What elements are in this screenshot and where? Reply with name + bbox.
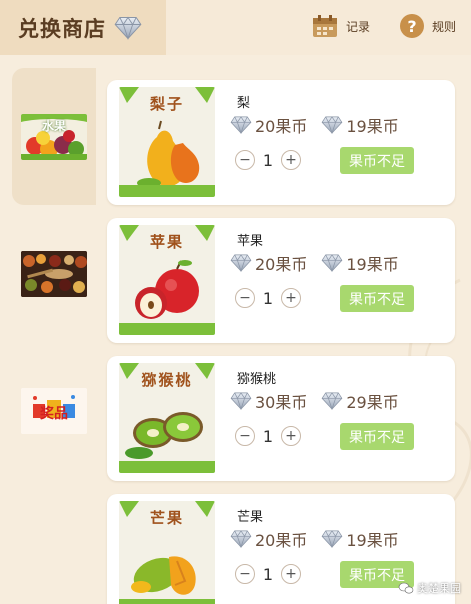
- price-row: 20果币 19果币: [230, 251, 399, 275]
- exchange-button[interactable]: 果币不足: [340, 423, 414, 450]
- header-bar: 兑换商店 记录 ? 规则: [0, 0, 471, 55]
- diamond-icon: [321, 392, 343, 410]
- product-name: 猕猴桃: [237, 372, 277, 387]
- question-icon: ?: [400, 14, 424, 38]
- decrease-button[interactable]: −: [235, 564, 255, 584]
- quantity-value: 1: [262, 150, 274, 170]
- product-card: 梨子 梨 20果币 19果币 − 1 + 果币不足: [107, 80, 455, 205]
- page-title: 兑换商店: [18, 16, 106, 41]
- diamond-icon: [321, 530, 343, 548]
- original-price: 19果币: [321, 251, 399, 275]
- kiwi-product-image: 猕猴桃: [119, 363, 215, 473]
- rules-button[interactable]: ? 规则: [400, 14, 456, 38]
- mango-product-image: 芒果: [119, 501, 215, 604]
- increase-button[interactable]: +: [281, 288, 301, 308]
- price-row: 20果币 19果币: [230, 527, 399, 551]
- price: 20果币: [230, 251, 307, 275]
- increase-button[interactable]: +: [281, 426, 301, 446]
- exchange-button[interactable]: 果币不足: [340, 147, 414, 174]
- quantity-stepper: − 1 +: [235, 150, 301, 170]
- price-value: 20果币: [255, 531, 308, 550]
- category-fruit[interactable]: 水果: [12, 68, 96, 205]
- diamond-icon: [230, 392, 252, 410]
- product-card: 苹果 苹果 20果币 19果币 − 1 + 果币不足: [107, 218, 455, 343]
- quantity-stepper: − 1 +: [235, 426, 301, 446]
- price-row: 20果币 19果币: [230, 113, 399, 137]
- quantity-value: 1: [262, 426, 274, 446]
- product-image-label: 猕猴桃: [141, 371, 193, 389]
- decrease-button[interactable]: −: [235, 150, 255, 170]
- original-price-value: 19果币: [346, 531, 399, 550]
- price-row: 30果币 29果币: [230, 389, 399, 413]
- price-value: 20果币: [255, 117, 308, 136]
- original-price: 29果币: [321, 389, 399, 413]
- diamond-icon: [321, 254, 343, 272]
- original-price: 19果币: [321, 113, 399, 137]
- quantity-stepper: − 1 +: [235, 564, 301, 584]
- records-label: 记录: [346, 19, 371, 34]
- records-button[interactable]: 记录: [312, 14, 370, 38]
- decrease-button[interactable]: −: [235, 426, 255, 446]
- svg-text:奖品: 奖品: [40, 405, 68, 422]
- exchange-button[interactable]: 果币不足: [340, 285, 414, 312]
- price: 30果币: [230, 389, 307, 413]
- product-name: 梨: [237, 96, 251, 111]
- category-sidebar: 水果 奖品: [12, 68, 96, 604]
- price: 20果币: [230, 113, 307, 137]
- fruit-category-label: 水果: [41, 118, 66, 133]
- quantity-stepper: − 1 +: [235, 288, 301, 308]
- gifts-category-thumb: 奖品: [21, 387, 87, 434]
- decrease-button[interactable]: −: [235, 288, 255, 308]
- original-price-value: 19果币: [346, 117, 399, 136]
- diamond-icon: [230, 254, 252, 272]
- original-price-value: 29果币: [346, 393, 399, 412]
- watermark-text: 奥楚果园: [417, 582, 461, 595]
- fruit-category-thumb: 水果: [21, 113, 87, 160]
- store-title-tab: 兑换商店: [0, 0, 166, 55]
- price: 20果币: [230, 527, 307, 551]
- product-card: 猕猴桃 猕猴桃 30果币 29果币 − 1 + 果币不足: [107, 356, 455, 481]
- original-price: 19果币: [321, 527, 399, 551]
- pear-product-image: 梨子: [119, 87, 215, 197]
- rules-label: 规则: [432, 19, 457, 34]
- diamond-icon: [321, 116, 343, 134]
- quantity-value: 1: [262, 288, 274, 308]
- category-gifts[interactable]: 奖品: [12, 342, 96, 479]
- diamond-icon: [230, 116, 252, 134]
- watermark: 奥楚果园: [398, 580, 461, 596]
- diamond-icon: [230, 530, 252, 548]
- category-dried-fruit[interactable]: [12, 205, 96, 342]
- price-value: 20果币: [255, 255, 308, 274]
- dried-fruit-category-thumb: [21, 250, 87, 297]
- increase-button[interactable]: +: [281, 150, 301, 170]
- apple-product-image: 苹果: [119, 225, 215, 335]
- product-image-label: 梨子: [149, 95, 184, 113]
- product-name: 芒果: [237, 510, 264, 525]
- product-image-label: 芒果: [149, 509, 184, 527]
- product-name: 苹果: [237, 234, 264, 249]
- increase-button[interactable]: +: [281, 564, 301, 584]
- price-value: 30果币: [255, 393, 308, 412]
- quantity-value: 1: [262, 564, 274, 584]
- product-image-label: 苹果: [149, 233, 184, 251]
- original-price-value: 19果币: [346, 255, 399, 274]
- calendar-icon: [313, 15, 337, 37]
- chat-bubble-icon: [398, 582, 414, 594]
- diamond-icon: [114, 16, 142, 40]
